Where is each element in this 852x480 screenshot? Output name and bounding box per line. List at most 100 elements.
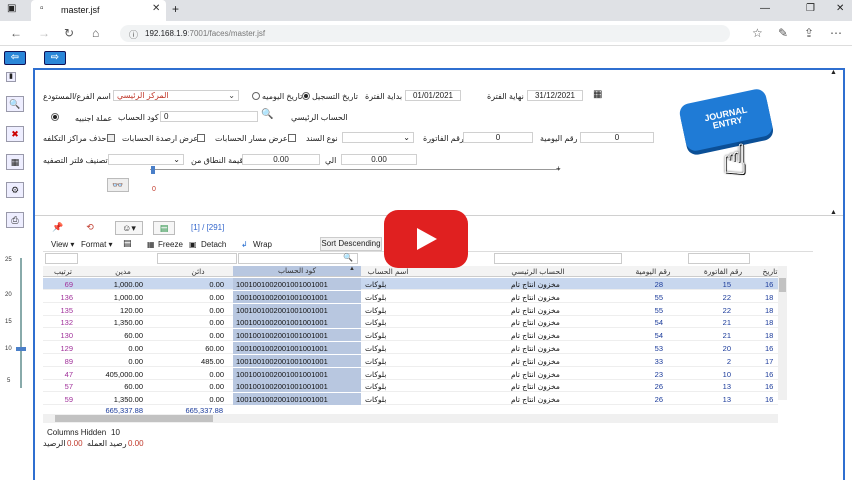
- period-start-label: بداية الفترة: [365, 92, 403, 101]
- sort-tooltip: Sort Descending: [320, 237, 382, 251]
- close-window-icon[interactable]: ✕: [836, 3, 844, 14]
- export-icon[interactable]: ▦: [6, 154, 24, 170]
- excel-export-icon[interactable]: ▤: [153, 221, 175, 235]
- table-row[interactable]: 129 0.00 60.00 1001001002001001001001 بلوكات…: [43, 342, 778, 354]
- show-account-path-checkbox[interactable]: [288, 134, 296, 142]
- close-tab-icon[interactable]: ✕: [152, 3, 160, 14]
- date-mode-posting-radio[interactable]: [302, 92, 310, 100]
- vertical-slider-thumb[interactable]: [16, 347, 26, 351]
- vertical-slider[interactable]: [20, 258, 22, 388]
- invoice-no-label: رقم الفاتورة: [423, 134, 464, 143]
- table-row[interactable]: 89 0.00 485.00 1001001002001001001001 بلوكات…: [43, 354, 778, 367]
- invoice-no-input[interactable]: 0: [463, 132, 533, 143]
- foreign-currency-radio[interactable]: [51, 113, 59, 121]
- cell-order: 47: [64, 369, 73, 379]
- collapse-up-icon[interactable]: ▲: [830, 69, 837, 76]
- range-slider-thumb[interactable]: [151, 166, 155, 174]
- refresh-grid-icon[interactable]: ⟲: [81, 221, 99, 235]
- browser-tab[interactable]: ▫ master.jsf ✕: [31, 0, 166, 21]
- filter-input[interactable]: [688, 253, 750, 264]
- delete-cost-centers-checkbox[interactable]: [107, 134, 115, 142]
- restore-icon[interactable]: ❐: [806, 3, 815, 14]
- table-row[interactable]: 47 405,000.00 0.00 1001001002001001001001 بل…: [43, 367, 778, 380]
- filter-class-select[interactable]: ⌄: [108, 154, 184, 165]
- new-tab-button[interactable]: +: [172, 2, 179, 16]
- forward-icon[interactable]: →: [38, 26, 50, 40]
- range-slider-track[interactable]: [150, 169, 560, 170]
- show-balances-checkbox[interactable]: [197, 134, 205, 142]
- period-end-input[interactable]: 31/12/2021: [527, 90, 583, 101]
- format-menu[interactable]: Format ▾: [81, 240, 113, 249]
- period-start-input[interactable]: 01/01/2021: [405, 90, 461, 101]
- branch-label: اسم الفرع/المستودع: [43, 92, 111, 101]
- detach-button[interactable]: Detach: [201, 240, 226, 249]
- horizontal-scroll-thumb[interactable]: [55, 415, 213, 422]
- col-account-name[interactable]: اسم الحساب: [363, 267, 413, 276]
- range-to-input[interactable]: 0.00: [341, 154, 417, 165]
- favorites-icon[interactable]: ☆: [752, 26, 763, 40]
- col-invoice-no[interactable]: رقم الفاتورة: [698, 267, 748, 276]
- col-credit[interactable]: دائن: [168, 267, 228, 276]
- view-menu[interactable]: View ▾: [51, 240, 74, 249]
- settings-icon[interactable]: ⚙: [6, 182, 24, 198]
- exit-icon[interactable]: ▮: [6, 72, 16, 82]
- filter-input[interactable]: [157, 253, 237, 264]
- binoculars-icon[interactable]: 👓: [107, 178, 129, 192]
- filter-input[interactable]: [494, 253, 622, 264]
- pin-icon[interactable]: 📌: [49, 221, 67, 235]
- refresh-icon[interactable]: ↻: [64, 26, 74, 40]
- scroll-thumb[interactable]: [779, 278, 786, 292]
- col-order[interactable]: ترتيب: [51, 267, 75, 276]
- share-icon[interactable]: ⇪: [804, 26, 814, 40]
- table-row[interactable]: 57 60.00 0.00 1001001002001001001001 بلوكات م…: [43, 380, 778, 393]
- freeze-button[interactable]: Freeze: [158, 240, 183, 249]
- show-balances-label: عرض ارصدة الحسابات: [122, 134, 199, 143]
- daily-no-input[interactable]: 0: [580, 132, 654, 143]
- columns-icon[interactable]: ▤: [123, 238, 132, 249]
- voucher-type-select[interactable]: ⌄: [342, 132, 414, 143]
- cell-name: بلوكات: [365, 331, 387, 341]
- home-icon[interactable]: ⌂: [92, 26, 99, 40]
- url-field[interactable]: ⓘ 192.168.1.9:7001/faces/master.jsf: [120, 25, 730, 42]
- back-icon[interactable]: ←: [10, 26, 22, 40]
- cell-debit: 60.00: [124, 331, 143, 341]
- more-icon[interactable]: ⋯: [830, 26, 842, 40]
- horizontal-scrollbar[interactable]: [43, 414, 778, 423]
- table-row[interactable]: 135 120.00 0.00 1001001002001001001001 بلوكا…: [43, 303, 778, 316]
- previous-arrow-button[interactable]: ⇦: [4, 51, 26, 65]
- filter-input[interactable]: 🔍: [238, 253, 358, 264]
- col-date[interactable]: تاريخ: [761, 267, 779, 276]
- cell-code: 1001001002001001001001: [236, 331, 328, 341]
- filter-input[interactable]: [45, 253, 78, 264]
- minimize-icon[interactable]: —: [760, 3, 770, 14]
- video-play-button[interactable]: [384, 210, 468, 268]
- account-code-input[interactable]: 0: [160, 111, 258, 122]
- cell-code: 1001001002001001001001: [236, 305, 328, 315]
- cell-invoice: 22: [722, 292, 731, 302]
- date-mode-daily-radio[interactable]: [252, 92, 260, 100]
- print-icon[interactable]: ⎙: [6, 212, 24, 228]
- table-row[interactable]: 136 1,000.00 0.00 1001001002001001001001 بلو…: [43, 290, 778, 303]
- next-arrow-button[interactable]: ⇨: [44, 51, 66, 65]
- address-bar-row: ← → ↻ ⌂ ⓘ 192.168.1.9:7001/faces/master.…: [0, 21, 852, 46]
- col-account-code[interactable]: كود الحساب ▲: [233, 266, 361, 276]
- col-daily-no[interactable]: رقم اليومية: [628, 267, 678, 276]
- range-from-input[interactable]: 0.00: [242, 154, 320, 165]
- delete-icon[interactable]: ✖: [6, 126, 24, 142]
- col-debit[interactable]: مدين: [93, 267, 153, 276]
- range-slider-value: 0: [152, 186, 156, 193]
- tab-actions-icon[interactable]: ▣: [7, 3, 16, 14]
- table-row[interactable]: 130 60.00 0.00 1001001002001001001001 بلوكات…: [43, 329, 778, 342]
- search-icon[interactable]: 🔍: [6, 96, 24, 112]
- cell-invoice: 21: [722, 331, 731, 341]
- calendar-icon[interactable]: ▦: [593, 89, 602, 100]
- branch-select[interactable]: المركز الرئيسي ⌄: [113, 90, 239, 101]
- table-row[interactable]: 132 1,350.00 0.00 1001001002001001001001 بلو…: [43, 316, 778, 329]
- search-account-icon[interactable]: 🔍: [261, 109, 273, 120]
- user-menu-icon[interactable]: ☺▾: [115, 221, 143, 235]
- notes-icon[interactable]: ✎: [778, 26, 788, 40]
- wrap-button[interactable]: Wrap: [253, 240, 272, 249]
- col-main-account[interactable]: الحساب الرئيسي: [493, 267, 583, 276]
- vertical-scrollbar[interactable]: [778, 266, 787, 400]
- table-row[interactable]: 69 1,000.00 0.00 100100100200100100100​1 بلو…: [43, 278, 778, 290]
